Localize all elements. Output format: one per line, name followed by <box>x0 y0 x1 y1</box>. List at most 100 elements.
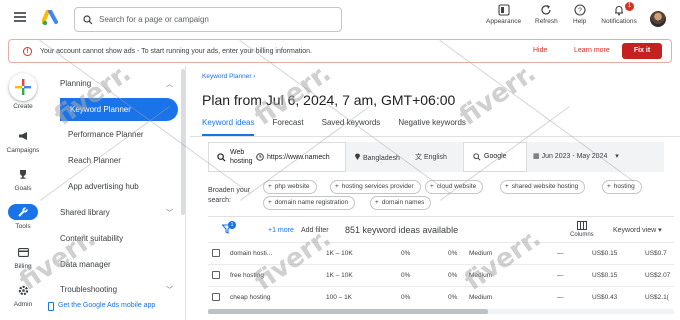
hide-link[interactable]: Hide <box>533 47 547 54</box>
competition-index-cell: — <box>557 250 564 257</box>
menu-item-keyword-planner[interactable]: Keyword Planner <box>60 98 178 121</box>
date-range-selector[interactable]: ▦ Jun 2023 - May 2024 ▾ <box>533 152 619 160</box>
learn-more-link[interactable]: Learn more <box>574 47 610 54</box>
more-filters-link[interactable]: +1 more <box>268 227 294 234</box>
tab-divider <box>190 136 680 137</box>
menu-shared-library[interactable]: Shared library <box>60 208 110 217</box>
suggestion-chip[interactable]: + domain name registration <box>263 196 356 210</box>
page-title: Plan from Jul 6, 2024, 7 am, GMT+06:00 <box>202 92 456 108</box>
tab-keyword-ideas[interactable]: Keyword ideas <box>202 118 255 136</box>
add-filter-button[interactable]: Add filter <box>301 227 329 234</box>
menu-data-manager[interactable]: Data manager <box>60 260 111 269</box>
rail-goals[interactable]: Goals <box>0 166 46 192</box>
chevron-up-icon: ︿ <box>166 81 173 88</box>
tab-forecast[interactable]: Forecast <box>272 118 303 136</box>
keyword-cell: domain hosti... <box>230 250 273 257</box>
rail-billing-label: Billing <box>14 263 32 270</box>
rail-billing[interactable]: Billing <box>0 244 46 270</box>
table-row[interactable]: cheap hosting 100 – 1K 0% 0% Medium — US… <box>208 286 674 308</box>
rail-campaigns[interactable]: Campaigns <box>0 128 46 154</box>
breadcrumb[interactable]: Keyword Planner › <box>202 73 255 80</box>
appearance-icon <box>497 4 510 16</box>
table-row[interactable]: domain hosti... 1K – 10K 0% 0% Medium — … <box>208 242 674 264</box>
appearance-label: Appearance <box>486 18 522 25</box>
top-bar: Search for a page or campaign Appearance… <box>0 0 680 38</box>
rail-tools-label: Tools <box>15 223 31 230</box>
tab-negative-keywords[interactable]: Negative keywords <box>398 118 466 136</box>
search-placeholder: Search for a page or campaign <box>99 15 209 24</box>
menu-item-performance-planner[interactable]: Performance Planner <box>68 130 144 139</box>
suggestion-chip[interactable]: + php website <box>263 180 317 194</box>
phone-icon <box>48 302 54 311</box>
keyword-view-label: Keyword view <box>613 227 657 234</box>
yoy-change-cell: 0% <box>448 250 458 257</box>
avatar[interactable] <box>650 11 666 27</box>
network-selector[interactable]: Google <box>463 142 527 172</box>
tools-menu: Planning ︿ Keyword Planner Performance P… <box>48 66 186 320</box>
suggestion-chip[interactable]: + cloud website <box>425 180 484 194</box>
seed-keyword: Web hosting <box>230 149 253 165</box>
google-ads-logo[interactable] <box>42 10 60 26</box>
table-row[interactable]: free hosting 1K – 10K 0% 0% Medium — US$… <box>208 264 674 286</box>
searches-cell: 1K – 10K <box>326 250 353 257</box>
suggestion-chip[interactable]: + domain names <box>370 196 432 210</box>
gear-icon <box>18 285 28 295</box>
create-button[interactable] <box>9 73 37 101</box>
location-value: Bangladesh <box>362 155 400 162</box>
menu-item-reach-planner[interactable]: Reach Planner <box>68 156 121 165</box>
calendar-icon: ▦ <box>533 153 540 160</box>
bid-low-cell: US$0.43 <box>592 294 618 301</box>
fix-it-button[interactable]: Fix it <box>622 43 662 59</box>
location-pin-icon <box>355 153 360 160</box>
menu-content-suitability[interactable]: Content suitability <box>60 234 123 243</box>
table-horizontal-scrollbar[interactable] <box>208 309 674 314</box>
help-label: Help <box>573 18 587 25</box>
rail-create-label[interactable]: Create <box>0 103 46 110</box>
chevron-down-icon: ﹀ <box>166 287 173 294</box>
columns-button[interactable]: Columns <box>570 221 594 238</box>
seed-keywords-field[interactable]: Web hosting https://www.namech <box>208 142 346 172</box>
columns-icon <box>576 221 587 230</box>
row-checkbox[interactable] <box>212 271 220 279</box>
alert-icon: ! <box>23 46 32 56</box>
network-value: Google <box>484 153 507 160</box>
suggestion-chip[interactable]: + hosting <box>602 180 642 194</box>
rail-admin[interactable]: Admin <box>0 282 46 308</box>
suggestion-chip[interactable]: + shared website hosting <box>500 180 586 194</box>
billing-alert: ! Your account cannot show ads - To star… <box>8 39 672 63</box>
refresh-icon <box>541 5 551 15</box>
columns-label: Columns <box>570 232 594 238</box>
change-3m-cell: 0% <box>401 294 411 301</box>
keyword-view-selector[interactable]: Keyword view ▾ <box>613 226 662 234</box>
language-value: English <box>423 154 447 161</box>
keyword-cell: cheap hosting <box>230 294 271 301</box>
seed-url: https://www.namech <box>267 153 330 161</box>
menu-scrollbar[interactable] <box>181 69 185 215</box>
row-checkbox[interactable] <box>212 249 220 257</box>
menu-troubleshooting[interactable]: Troubleshooting <box>60 285 117 294</box>
tab-saved-keywords[interactable]: Saved keywords <box>322 118 381 136</box>
notifications-button[interactable]: 1 Notifications <box>598 2 640 25</box>
dropdown-icon: ▾ <box>615 153 619 160</box>
refresh-button[interactable]: Refresh <box>535 4 558 25</box>
translate-icon: 文 <box>415 154 422 161</box>
search-input[interactable]: Search for a page or campaign <box>74 7 342 32</box>
competition-cell: Medium <box>469 272 493 279</box>
help-button[interactable]: ? Help <box>573 4 586 25</box>
menu-planning[interactable]: Planning <box>60 79 91 88</box>
appearance-button[interactable]: Appearance <box>486 4 521 25</box>
menu-icon[interactable] <box>14 12 26 22</box>
location-selector[interactable]: Bangladesh <box>354 152 400 162</box>
alert-message: Your account cannot show ads - To start … <box>40 47 312 55</box>
language-selector[interactable]: 文 English <box>415 152 447 162</box>
chevron-down-icon: ﹀ <box>166 210 173 217</box>
rail-tools[interactable]: Tools <box>0 204 46 230</box>
searches-cell: 1K – 10K <box>326 272 353 279</box>
bid-high-cell: US$2.1( <box>645 294 669 301</box>
menu-item-app-advertising-hub[interactable]: App advertising hub <box>68 182 139 191</box>
suggestion-chip[interactable]: + hosting services provider <box>330 180 421 194</box>
rail-campaigns-label: Campaigns <box>6 147 40 154</box>
search-icon <box>83 14 93 24</box>
row-checkbox[interactable] <box>212 293 220 301</box>
mobile-app-link[interactable]: Get the Google Ads mobile app <box>58 302 155 309</box>
